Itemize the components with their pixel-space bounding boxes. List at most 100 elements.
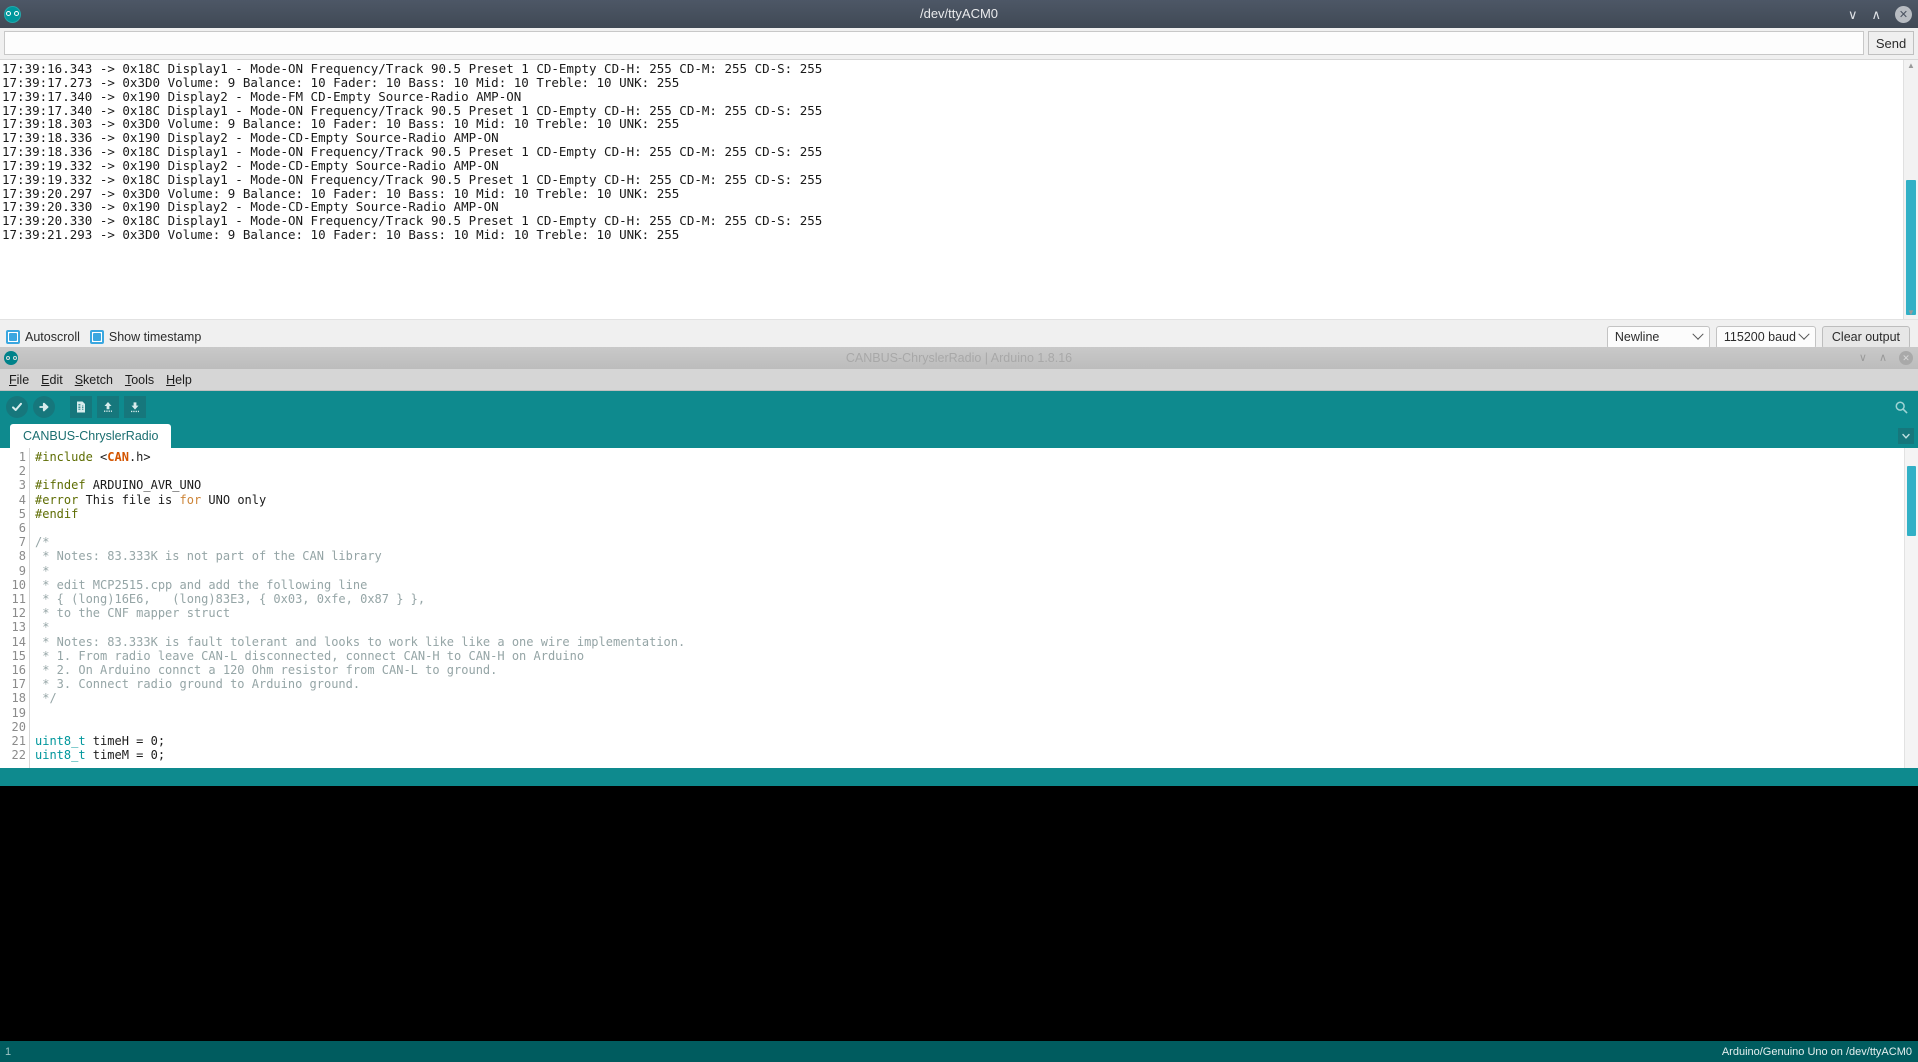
autoscroll-checkbox-box[interactable]	[6, 330, 20, 344]
save-sketch-button[interactable]	[124, 396, 146, 418]
send-button[interactable]: Send	[1868, 31, 1914, 55]
code-line[interactable]: #include <CAN.h>	[35, 450, 1918, 464]
menu-item-help[interactable]: Help	[162, 371, 196, 389]
serial-input[interactable]	[4, 31, 1864, 55]
code-token: * { (long)16E6, (long)83E3, { 0x03, 0xfe…	[35, 592, 426, 607]
maximize-icon[interactable]: ∧	[1871, 8, 1881, 21]
menu-item-file[interactable]: File	[5, 371, 33, 389]
close-icon[interactable]: ✕	[1895, 5, 1912, 23]
serial-scrollbar-thumb[interactable]	[1906, 180, 1916, 315]
line-number: 2	[18, 464, 26, 479]
show-timestamp-checkbox-box[interactable]	[89, 330, 104, 344]
code-line[interactable]: #error This file is for UNO only	[35, 493, 1918, 507]
autoscroll-checkbox[interactable]: Autoscroll	[6, 330, 80, 344]
serial-monitor-window: /dev/ttyACM0 ∨ ∧ ✕ Send 17:39:16.343 -> …	[0, 0, 1918, 354]
code-token: #endif	[35, 506, 79, 521]
code-line[interactable]: */	[35, 691, 1918, 705]
code-line[interactable]: * { (long)16E6, (long)83E3, { 0x03, 0xfe…	[35, 592, 1918, 606]
code-line[interactable]: uint8_t timeM = 0;	[35, 748, 1918, 762]
serial-output-line: 17:39:19.332 -> 0x18C Display1 - Mode-ON…	[2, 171, 823, 187]
code-token: * edit MCP2515.cpp and add the following…	[35, 577, 368, 592]
ide-menubar: File Edit Sketch Tools Help	[0, 369, 1918, 391]
line-number: 3	[18, 478, 26, 493]
line-ending-select[interactable]: Newline	[1606, 325, 1710, 349]
line-number: 12	[11, 606, 26, 621]
code-line[interactable]: uint8_t timeH = 0;	[35, 734, 1918, 748]
tab-menu-button[interactable]	[1898, 428, 1914, 444]
line-number: 6	[18, 521, 26, 536]
line-number: 22	[11, 748, 26, 763]
serial-output-line: 17:39:20.330 -> 0x18C Display1 - Mode-ON…	[2, 213, 823, 229]
line-ending-value: Newline	[1614, 330, 1660, 344]
serial-output-line: 17:39:17.273 -> 0x3D0 Volume: 9 Balance:…	[2, 74, 680, 90]
code-line[interactable]	[35, 464, 1918, 478]
code-content[interactable]: #include <CAN.h> #ifndef ARDUINO_AVR_UNO…	[30, 448, 1918, 768]
code-token: *	[35, 563, 50, 578]
editor-scrollbar-thumb[interactable]	[1907, 466, 1916, 536]
clear-output-button[interactable]: Clear output	[1821, 325, 1910, 349]
serial-output-line: 17:39:18.336 -> 0x18C Display1 - Mode-ON…	[2, 144, 823, 160]
ide-status-strip	[0, 768, 1918, 786]
line-number: 19	[11, 705, 26, 720]
serial-output-line: 17:39:17.340 -> 0x190 Display2 - Mode-FM…	[2, 88, 522, 104]
serial-monitor-button[interactable]	[1890, 396, 1912, 418]
minimize-icon[interactable]: ∨	[1859, 352, 1867, 364]
ide-status-bar: 1 Arduino/Genuino Uno on /dev/ttyACM0	[0, 1041, 1918, 1062]
line-number: 13	[11, 620, 26, 635]
minimize-icon[interactable]: ∨	[1848, 8, 1858, 21]
code-line[interactable]: * Notes: 83.333K is fault tolerant and l…	[35, 635, 1918, 649]
serial-monitor-titlebar: /dev/ttyACM0 ∨ ∧ ✕	[0, 0, 1918, 28]
code-token: /*	[35, 535, 50, 550]
arduino-logo-icon	[4, 5, 21, 23]
menu-item-sketch[interactable]: Sketch	[71, 371, 117, 389]
code-token: uint8_t	[35, 734, 86, 749]
code-line[interactable]	[35, 720, 1918, 734]
line-number: 20	[11, 719, 26, 734]
code-line[interactable]: * Notes: 83.333K is not part of the CAN …	[35, 549, 1918, 563]
serial-output-line: 17:39:18.303 -> 0x3D0 Volume: 9 Balance:…	[2, 116, 680, 132]
code-line[interactable]: #endif	[35, 507, 1918, 521]
open-sketch-button[interactable]	[97, 396, 119, 418]
ide-window-controls: ∨ ∧ ✕	[1859, 347, 1913, 369]
code-line[interactable]: /*	[35, 535, 1918, 549]
ide-titlebar: CANBUS-ChryslerRadio | Arduino 1.8.16 ∨ …	[0, 347, 1918, 369]
serial-output-area: 17:39:16.343 -> 0x18C Display1 - Mode-ON…	[0, 59, 1918, 319]
maximize-icon[interactable]: ∧	[1879, 352, 1887, 364]
code-line[interactable]	[35, 706, 1918, 720]
serial-output-line: 17:39:20.330 -> 0x190 Display2 - Mode-CD…	[2, 199, 499, 215]
ide-toolbar	[0, 391, 1918, 423]
code-token: #ifndef	[35, 478, 86, 493]
code-token: * to the CNF mapper struct	[35, 606, 231, 621]
scroll-up-icon[interactable]: ▲	[1904, 60, 1918, 72]
line-number: 11	[11, 592, 26, 607]
upload-button[interactable]	[33, 396, 55, 418]
code-line[interactable]: *	[35, 620, 1918, 634]
baud-rate-select[interactable]: 115200 baud	[1715, 325, 1816, 349]
editor-scrollbar[interactable]	[1904, 448, 1918, 768]
code-line[interactable]: *	[35, 564, 1918, 578]
baud-rate-value: 115200 baud	[1723, 330, 1796, 344]
code-line[interactable]: * 2. On Arduino connct a 120 Ohm resisto…	[35, 663, 1918, 677]
menu-item-edit[interactable]: Edit	[37, 371, 67, 389]
code-token: #include	[35, 450, 93, 464]
code-line[interactable]: * 3. Connect radio ground to Arduino gro…	[35, 677, 1918, 691]
line-number: 1	[18, 450, 26, 464]
serial-output-scrollbar[interactable]: ▲ ▼	[1903, 60, 1918, 319]
scroll-down-icon[interactable]: ▼	[1904, 307, 1918, 319]
tab-canbus-chryslerradio[interactable]: CANBUS-ChryslerRadio	[10, 424, 172, 448]
code-line[interactable]	[35, 521, 1918, 535]
code-token: * 1. From radio leave CAN-L disconnected…	[35, 648, 585, 663]
show-timestamp-checkbox[interactable]: Show timestamp	[89, 330, 201, 344]
code-token: uint8_t	[35, 748, 86, 763]
code-line[interactable]: * 1. From radio leave CAN-L disconnected…	[35, 649, 1918, 663]
serial-send-row: Send	[0, 28, 1918, 59]
code-editor[interactable]: 1 2 3 4 5 6 7 8 9 10 11 12 13 14 15 16 17 18 19 20 21 22 #inc…	[0, 448, 1918, 768]
code-line[interactable]: * to the CNF mapper struct	[35, 606, 1918, 620]
code-token: <	[92, 450, 108, 464]
code-line[interactable]: * edit MCP2515.cpp and add the following…	[35, 578, 1918, 592]
close-icon[interactable]: ✕	[1899, 351, 1913, 365]
verify-button[interactable]	[6, 396, 28, 418]
menu-item-tools[interactable]: Tools	[121, 371, 158, 389]
code-line[interactable]: #ifndef ARDUINO_AVR_UNO	[35, 478, 1918, 492]
new-sketch-button[interactable]	[70, 396, 92, 418]
